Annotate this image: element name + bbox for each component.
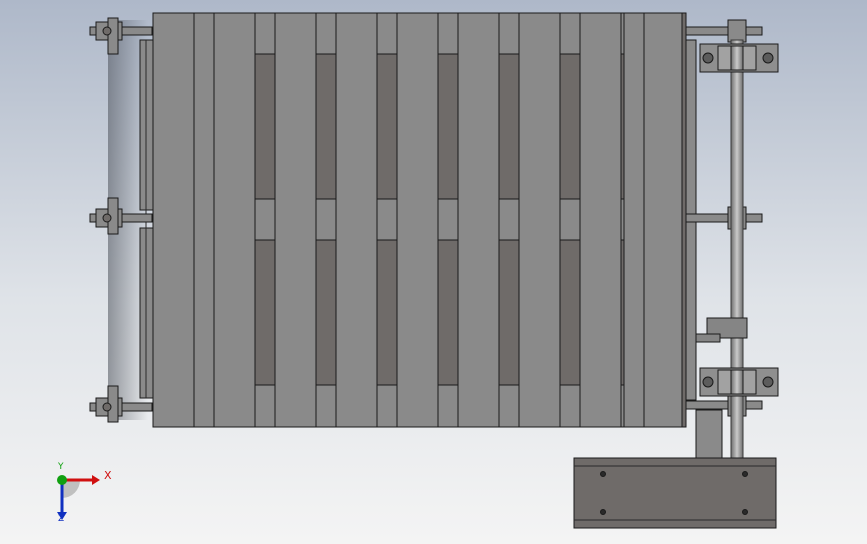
pallet-board <box>335 12 378 428</box>
pallet-edge-stringer <box>623 12 645 428</box>
pallet-stringer-block <box>498 384 520 428</box>
pallet-stringer-block <box>254 384 276 428</box>
pallet-edge-stringer <box>193 12 215 428</box>
graphics-viewport[interactable]: X Y Z <box>0 0 867 544</box>
pallet-boards <box>152 12 683 428</box>
pallet-stringer-block <box>315 384 337 428</box>
pallet-board <box>518 12 561 428</box>
coordinate-triad: X Y Z <box>44 462 114 528</box>
base-plate <box>573 457 777 529</box>
pallet-stringer-block <box>437 12 459 55</box>
pallet-board <box>396 12 439 428</box>
bearing-bottom <box>699 367 779 397</box>
pallet-stringer-block <box>315 198 337 241</box>
sensor-bracket <box>695 317 748 343</box>
pallet-stringer-block <box>559 12 581 55</box>
z-axis-label: Z <box>58 514 65 524</box>
right-sprocket-middle <box>685 206 763 230</box>
y-axis-label: Y <box>58 462 64 472</box>
pallet-stringer-block <box>437 384 459 428</box>
pallet-board <box>457 12 500 428</box>
right-sprocket-top <box>685 19 763 43</box>
pallet-stringer-block <box>559 198 581 241</box>
pallet-board <box>579 12 622 428</box>
pallet-stringer-block <box>254 12 276 55</box>
pallet-stringer-block <box>498 12 520 55</box>
conveyor-model[interactable] <box>0 0 867 544</box>
pallet-stringer-block <box>559 384 581 428</box>
pallet-board <box>274 12 317 428</box>
pallet-stringer-block <box>315 12 337 55</box>
pallet-board <box>152 12 195 428</box>
pallet-stringer-block <box>437 198 459 241</box>
pallet-stringer-block <box>254 198 276 241</box>
pallet-stringer-block <box>376 12 398 55</box>
pallet-stringer-block <box>498 198 520 241</box>
pallet-board <box>213 12 256 428</box>
x-axis-arrowhead <box>92 475 100 485</box>
y-axis-dot <box>57 475 67 485</box>
pallet-stringer-block <box>376 198 398 241</box>
bearing-top <box>699 43 779 73</box>
x-axis-label: X <box>104 469 112 482</box>
mounting-post <box>695 409 723 461</box>
pallet-board <box>640 12 683 428</box>
pallet-stringer-block <box>376 384 398 428</box>
